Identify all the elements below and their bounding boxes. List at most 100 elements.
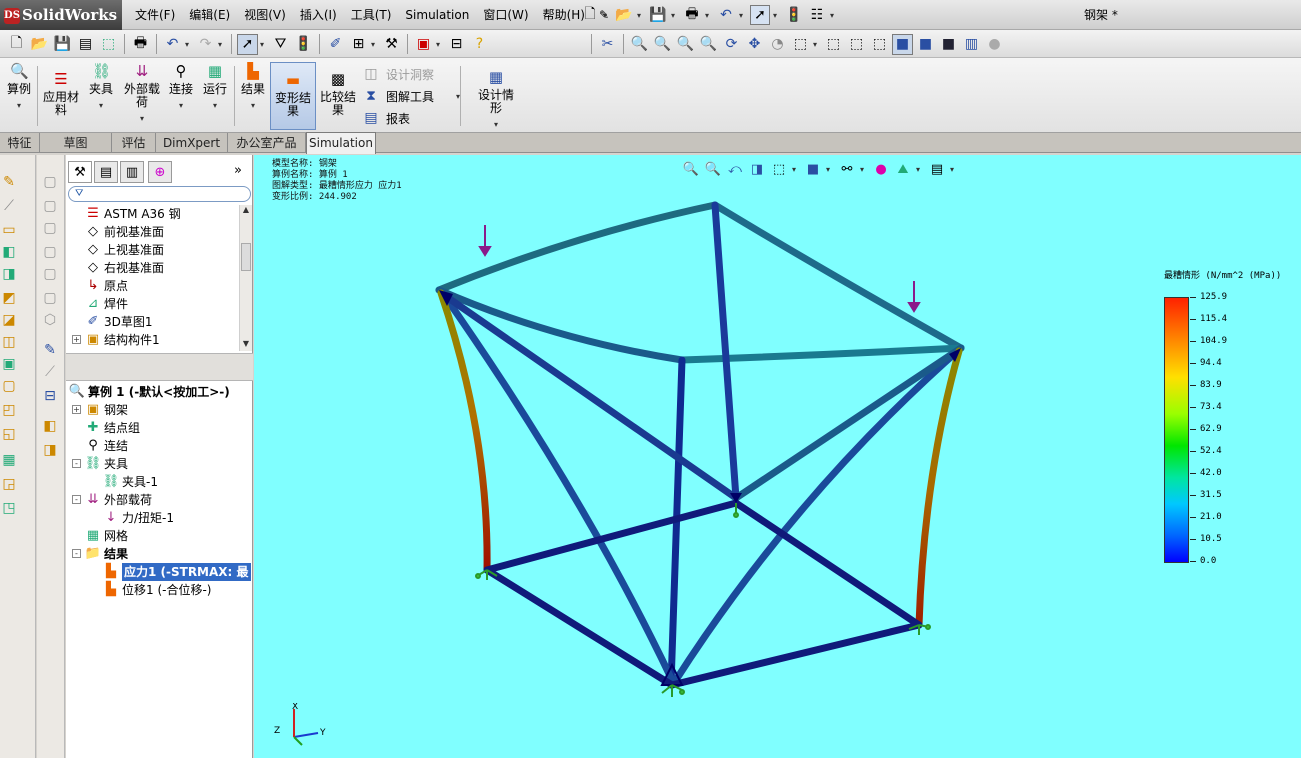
sketch-pencil-icon[interactable]: ✎ (41, 341, 59, 359)
chevron-down-icon[interactable]: ▾ (813, 40, 821, 49)
fixture-button[interactable]: ⛓ 夹具 ▾ (86, 62, 116, 130)
new-document-icon[interactable]: 🗋 (580, 5, 600, 25)
chevron-down-icon[interactable]: ▾ (120, 112, 164, 125)
chevron-down-icon[interactable]: ▾ (185, 40, 193, 49)
view-iso-icon[interactable]: ⬡ (41, 311, 59, 329)
deformed-result-button[interactable]: ▬ 变形结果 (270, 62, 316, 130)
tree-item-structural-member[interactable]: + ▣ 结构构件1 (72, 331, 160, 349)
tab-sketch[interactable]: 草图 (40, 133, 112, 153)
view-front-icon[interactable]: ▢ (41, 173, 59, 191)
chevron-down-icon[interactable]: ▾ (200, 99, 230, 112)
shell-icon[interactable]: ▣ (0, 355, 18, 373)
extrude-icon[interactable]: ◨ (0, 265, 18, 283)
dimxpert-manager-tab-icon[interactable]: ⊕ (148, 161, 172, 183)
compare-results-button[interactable]: ▩ 比较结果 (318, 62, 358, 130)
study-item-stress-1[interactable]: ▙ 应力1 (-STRMAX: 最 (102, 563, 251, 581)
menu-edit[interactable]: 编辑(E) (182, 0, 237, 30)
pattern-icon[interactable]: ▦ (0, 451, 18, 469)
expand-toggle[interactable]: + (72, 335, 81, 344)
view-orientation-icon[interactable]: ⬚ (770, 160, 788, 178)
scroll-up-icon[interactable]: ▲ (241, 205, 251, 217)
hidden-lines-visible-icon[interactable]: ⬚ (846, 34, 867, 55)
tab-evaluate[interactable]: 评估 (112, 133, 156, 153)
collapse-toggle[interactable]: - (72, 549, 81, 558)
menu-simulation[interactable]: Simulation (398, 0, 476, 30)
chevron-down-icon[interactable]: ▾ (792, 165, 800, 174)
chevron-down-icon[interactable]: ▾ (950, 165, 958, 174)
menu-tools[interactable]: 工具(T) (344, 0, 399, 30)
view-settings-icon[interactable]: ▤ (928, 160, 946, 178)
realview-icon[interactable]: ● (984, 34, 1005, 55)
panel-splitter[interactable] (66, 353, 253, 381)
apply-material-button[interactable]: ☰ 应用材料 (42, 62, 80, 130)
tree-item-weldment[interactable]: ⊿ 焊件 (84, 295, 128, 313)
study-item-results[interactable]: - 📁 结果 (72, 545, 128, 563)
select-pointer-icon[interactable]: ➚ (750, 5, 770, 25)
make-drawing-icon[interactable]: ⬚ (98, 34, 119, 55)
dome-icon[interactable]: ◲ (0, 475, 18, 493)
rectangle-icon[interactable]: ▭ (0, 221, 18, 239)
menu-file[interactable]: 文件(F) (128, 0, 182, 30)
property-manager-tab-icon[interactable]: ▤ (94, 161, 118, 183)
chevron-down-icon[interactable]: ▾ (773, 11, 781, 20)
menu-view[interactable]: 视图(V) (237, 0, 293, 30)
scrollbar-thumb[interactable] (241, 243, 251, 271)
menu-window[interactable]: 窗口(W) (476, 0, 535, 30)
zoom-to-fit-icon[interactable]: 🔍 (682, 160, 700, 178)
mirror-icon[interactable]: ◧ (0, 243, 18, 261)
fillet-icon[interactable]: ◪ (0, 311, 18, 329)
study-item-connections[interactable]: ⚲ 连结 (84, 437, 128, 455)
graphics-viewport[interactable]: 🔍 🔍 ⤺ ◨ ⬚ ▾ ■ ▾ ⚯ ▾ ● ⛰ ▾ ▤ ▾ 模型名称: 钢架 算例名称: … (254, 155, 1301, 758)
chevron-down-icon[interactable]: ▾ (916, 165, 924, 174)
study-item-external-loads[interactable]: - ⇊ 外部载荷 (72, 491, 152, 509)
new-icon[interactable]: 🗋 (6, 34, 27, 55)
pan-icon[interactable]: ✥ (744, 34, 765, 55)
expand-toggle[interactable]: + (72, 405, 81, 414)
run-button[interactable]: ▦ 运行 ▾ (200, 62, 230, 130)
chevron-down-icon[interactable]: ▾ (371, 40, 379, 49)
chevron-down-icon[interactable]: ▾ (603, 11, 611, 20)
weld-icon[interactable]: ◳ (0, 499, 18, 517)
options-icon[interactable]: ☷ (807, 5, 827, 25)
shaded-with-edges-icon[interactable]: ■ (892, 33, 913, 55)
tree-item-3dsketch[interactable]: ✐ 3D草图1 (84, 313, 153, 331)
connection-button[interactable]: ⚲ 连接 ▾ (166, 62, 196, 130)
view-back-icon[interactable]: ▢ (41, 197, 59, 215)
revolve-icon[interactable]: ◩ (0, 289, 18, 307)
study-item-fixtures[interactable]: - ⛓ 夹具 (72, 455, 128, 473)
tree-item-right-plane[interactable]: ◇ 右视基准面 (84, 259, 164, 277)
view-orientation-icon[interactable]: ⬚ (790, 34, 811, 55)
save-icon[interactable]: 💾 (52, 34, 73, 55)
zoom-to-area-icon[interactable]: 🔍 (652, 34, 673, 55)
previous-view-icon[interactable]: ⤺ (726, 160, 744, 178)
study-item-joints[interactable]: ✚ 结点组 (84, 419, 140, 437)
perspective-icon[interactable]: ▥ (961, 34, 982, 55)
hidden-lines-removed-icon[interactable]: ⬚ (869, 34, 890, 55)
zoom-in-out-icon[interactable]: 🔍 (675, 34, 696, 55)
save-icon[interactable]: 💾 (648, 5, 668, 25)
study-item-part[interactable]: + ▣ 钢架 (72, 401, 128, 419)
chevron-down-icon[interactable]: ▾ (260, 40, 268, 49)
view-left-icon[interactable]: ▢ (41, 219, 59, 237)
traffic-light-icon[interactable]: 🚦 (293, 34, 314, 55)
feature-tree-tab-icon[interactable]: ⚒ (68, 161, 92, 183)
tree-item-material[interactable]: ☰ ASTM A36 钢 (84, 205, 180, 223)
study-tree-root[interactable]: 🔍 算例 1 (-默认<按加工>-) (68, 383, 230, 401)
study-item-force-1[interactable]: ↓ 力/扭矩-1 (102, 509, 174, 527)
chevron-down-icon[interactable]: ▾ (826, 165, 834, 174)
rib-icon[interactable]: ▢ (0, 377, 18, 395)
view-top-icon[interactable]: ▢ (41, 265, 59, 283)
menu-insert[interactable]: 插入(I) (293, 0, 344, 30)
view-right-icon[interactable]: ▢ (41, 243, 59, 261)
zoom-to-selection-icon[interactable]: 🔍 (698, 34, 719, 55)
draft-icon[interactable]: ◰ (0, 401, 18, 419)
wireframe-icon[interactable]: ⬚ (823, 34, 844, 55)
chevron-down-icon[interactable]: ▾ (4, 99, 34, 112)
chevron-down-icon[interactable]: ▾ (705, 11, 713, 20)
chevron-down-icon[interactable]: ▾ (739, 11, 747, 20)
zoom-to-fit-icon[interactable]: 🔍 (629, 34, 650, 55)
render-icon[interactable]: ⊟ (446, 34, 467, 55)
tools-icon[interactable]: ⚒ (381, 34, 402, 55)
shadows-icon[interactable]: ■ (938, 34, 959, 55)
roll-view-icon[interactable]: ◔ (767, 34, 788, 55)
